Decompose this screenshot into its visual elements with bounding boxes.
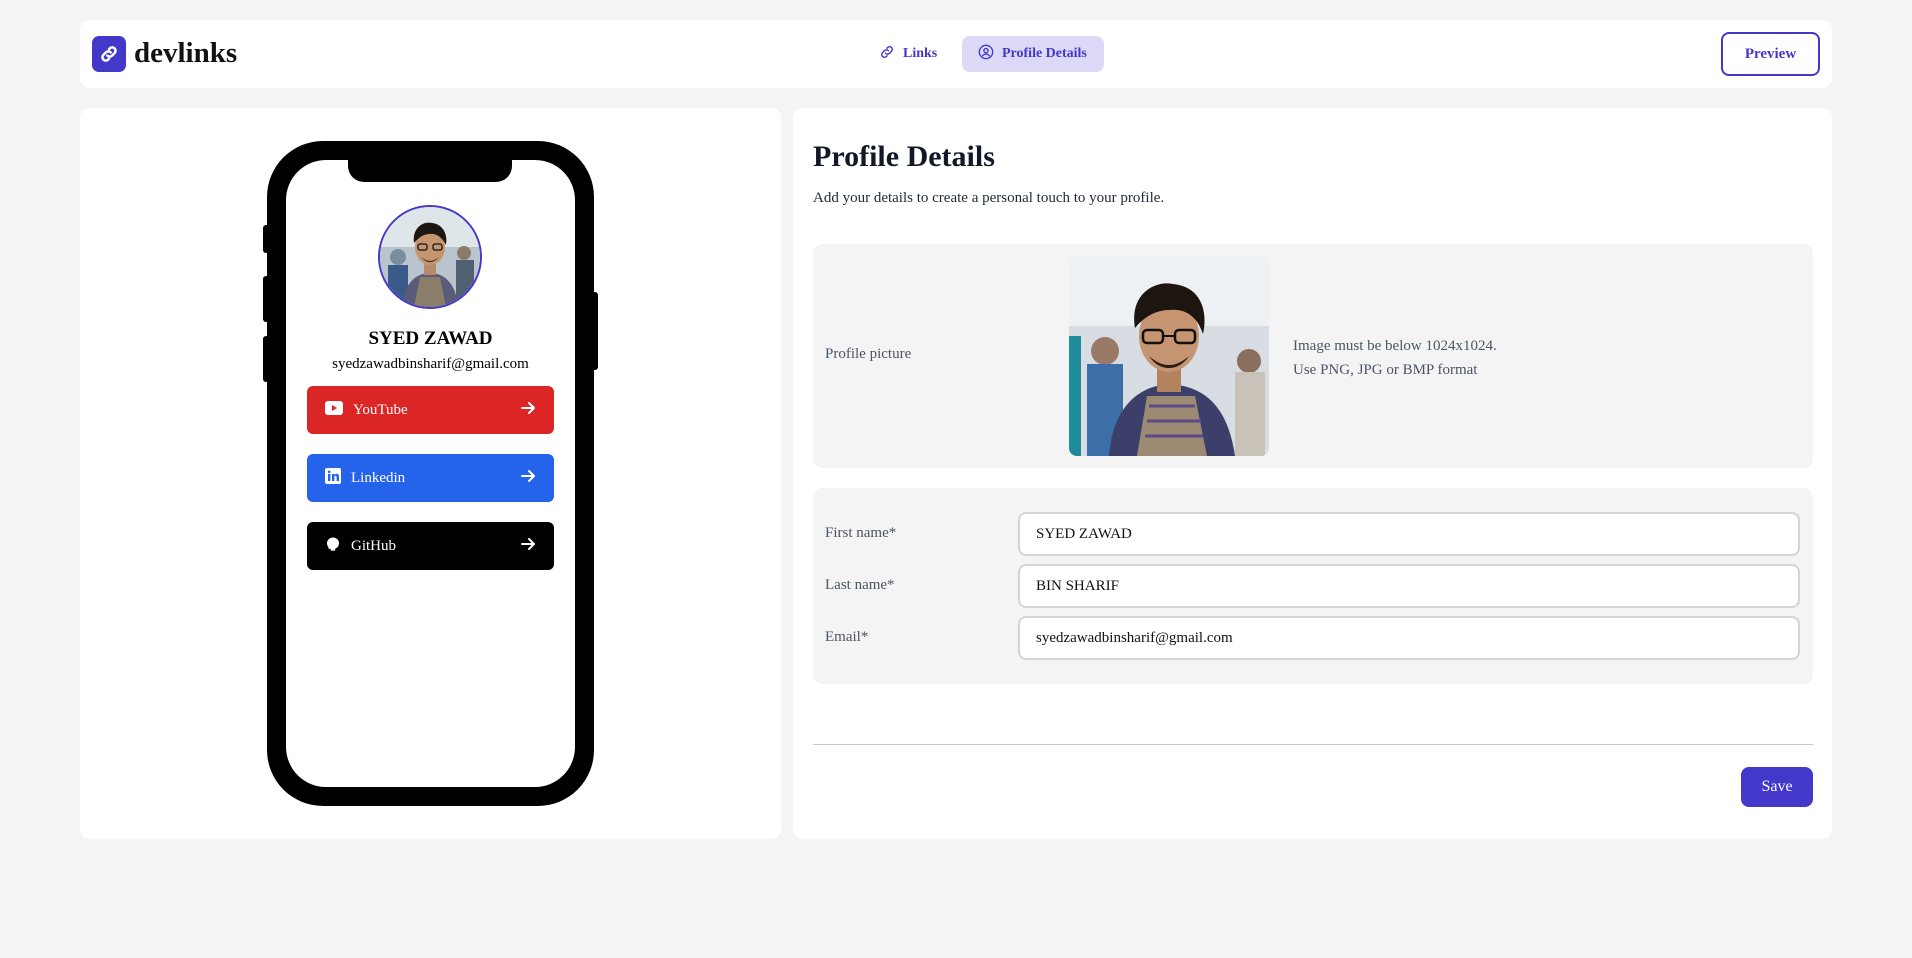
save-button[interactable]: Save bbox=[1741, 767, 1813, 807]
picture-requirements: Image must be below 1024x1024. Use PNG, … bbox=[1293, 334, 1497, 382]
github-icon bbox=[325, 536, 341, 557]
logo-text: devlinks bbox=[134, 37, 238, 69]
preview-link-youtube[interactable]: YouTube bbox=[307, 386, 554, 434]
avatar bbox=[378, 205, 482, 309]
arrow-right-icon bbox=[520, 400, 536, 421]
logo-link-icon bbox=[92, 36, 126, 72]
tab-links[interactable]: Links bbox=[863, 36, 949, 72]
picture-note-format: Use PNG, JPG or BMP format bbox=[1293, 362, 1478, 378]
phone-notch bbox=[348, 160, 512, 182]
arrow-right-icon bbox=[520, 468, 536, 489]
picture-note-size: Image must be below 1024x1024. bbox=[1293, 338, 1497, 354]
profile-picture-upload[interactable] bbox=[1069, 256, 1269, 456]
page-subtitle: Add your details to create a personal to… bbox=[813, 190, 1165, 206]
profile-fields-card: First name* Last name* Email* bbox=[813, 488, 1813, 684]
profile-picture-label: Profile picture bbox=[825, 346, 912, 362]
last-name-field[interactable] bbox=[1018, 564, 1800, 608]
email-label: Email* bbox=[825, 629, 869, 645]
footer-divider bbox=[813, 744, 1813, 745]
tab-links-label: Links bbox=[903, 46, 938, 61]
preview-link-linkedin[interactable]: Linkedin bbox=[307, 454, 554, 502]
linkedin-icon bbox=[325, 467, 341, 489]
preview-name: SYED ZAWAD bbox=[368, 328, 493, 349]
preview-link-label: Linkedin bbox=[351, 469, 406, 486]
tab-profile-details[interactable]: Profile Details bbox=[962, 36, 1104, 72]
preview-email: syedzawadbinsharif@gmail.com bbox=[332, 356, 529, 372]
profile-picture-card: Profile picture Image must be below 1024… bbox=[813, 244, 1813, 468]
user-circle-icon bbox=[978, 44, 994, 65]
last-name-label: Last name* bbox=[825, 577, 895, 593]
first-name-label: First name* bbox=[825, 525, 897, 541]
preview-link-github[interactable]: GitHub bbox=[307, 522, 554, 570]
first-name-field[interactable] bbox=[1018, 512, 1800, 556]
phone-screen: SYED ZAWAD syedzawadbinsharif@gmail.com … bbox=[286, 160, 575, 787]
arrow-right-icon bbox=[520, 536, 536, 557]
link-icon bbox=[879, 44, 895, 65]
profile-details-panel: Profile Details Add your details to crea… bbox=[793, 108, 1832, 839]
youtube-icon bbox=[325, 400, 343, 420]
phone-mockup: SYED ZAWAD syedzawadbinsharif@gmail.com … bbox=[267, 141, 594, 806]
page-title: Profile Details bbox=[813, 140, 995, 173]
tab-profile-label: Profile Details bbox=[1002, 46, 1087, 61]
preview-link-label: YouTube bbox=[353, 401, 408, 418]
top-nav-bar: devlinks Links Profile Details Preview bbox=[80, 20, 1832, 88]
preview-link-label: GitHub bbox=[351, 537, 396, 554]
email-field[interactable] bbox=[1018, 616, 1800, 660]
preview-button[interactable]: Preview bbox=[1721, 32, 1820, 76]
phone-preview-panel: SYED ZAWAD syedzawadbinsharif@gmail.com … bbox=[80, 108, 781, 839]
